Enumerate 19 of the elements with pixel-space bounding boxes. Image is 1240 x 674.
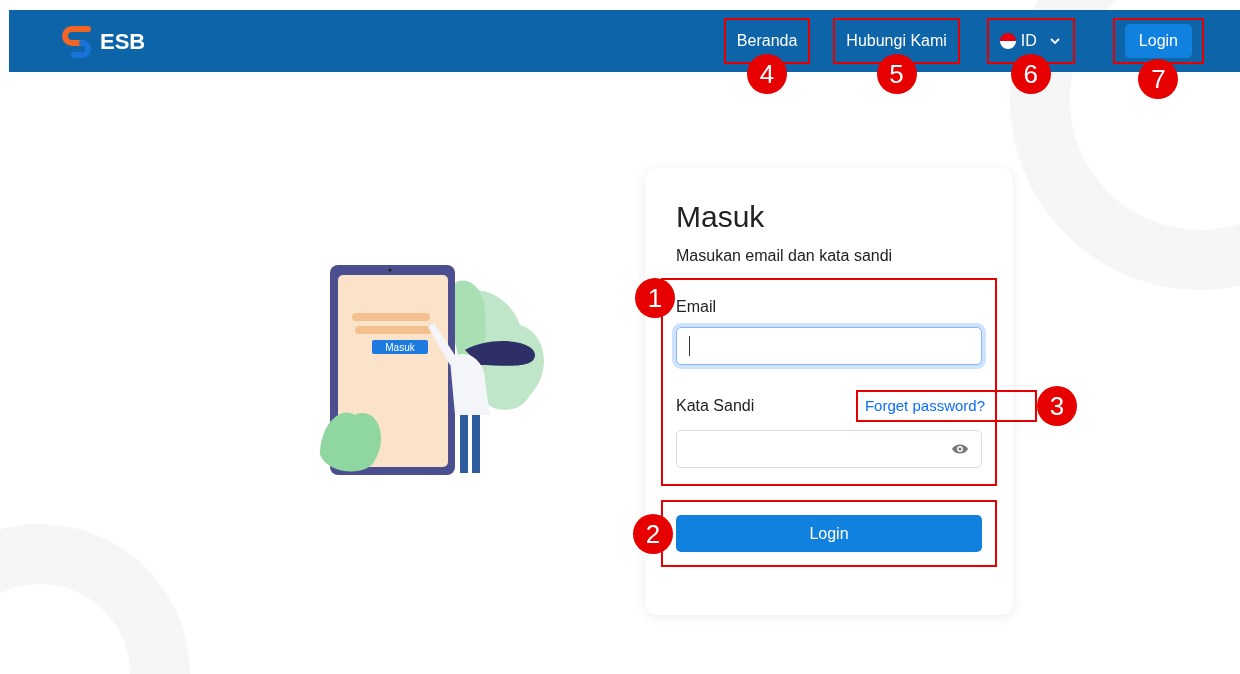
login-subtitle: Masukan email dan kata sandi xyxy=(676,246,894,266)
login-title: Masuk xyxy=(676,199,766,235)
callout-number: 4 xyxy=(747,54,788,94)
callout-number: 3 xyxy=(1037,386,1077,426)
callout-number: 2 xyxy=(633,513,673,554)
field-label: Kata Sandi xyxy=(676,396,755,416)
field-label: Email xyxy=(676,297,717,317)
logo-text: ESB xyxy=(100,27,146,56)
input-field[interactable] xyxy=(676,430,982,468)
eye-icon[interactable] xyxy=(951,443,969,455)
login-button[interactable]: Login xyxy=(1124,24,1192,58)
submit-login-button[interactable]: Login xyxy=(676,515,982,552)
text-cursor xyxy=(689,336,690,356)
callout-number: 7 xyxy=(1138,59,1179,99)
callout-number: 6 xyxy=(1010,54,1051,94)
illustration-button-label: Masuk xyxy=(385,341,415,353)
callout-number: 5 xyxy=(876,54,917,94)
flag-icon xyxy=(999,33,1016,49)
callout-number: 1 xyxy=(635,278,675,318)
